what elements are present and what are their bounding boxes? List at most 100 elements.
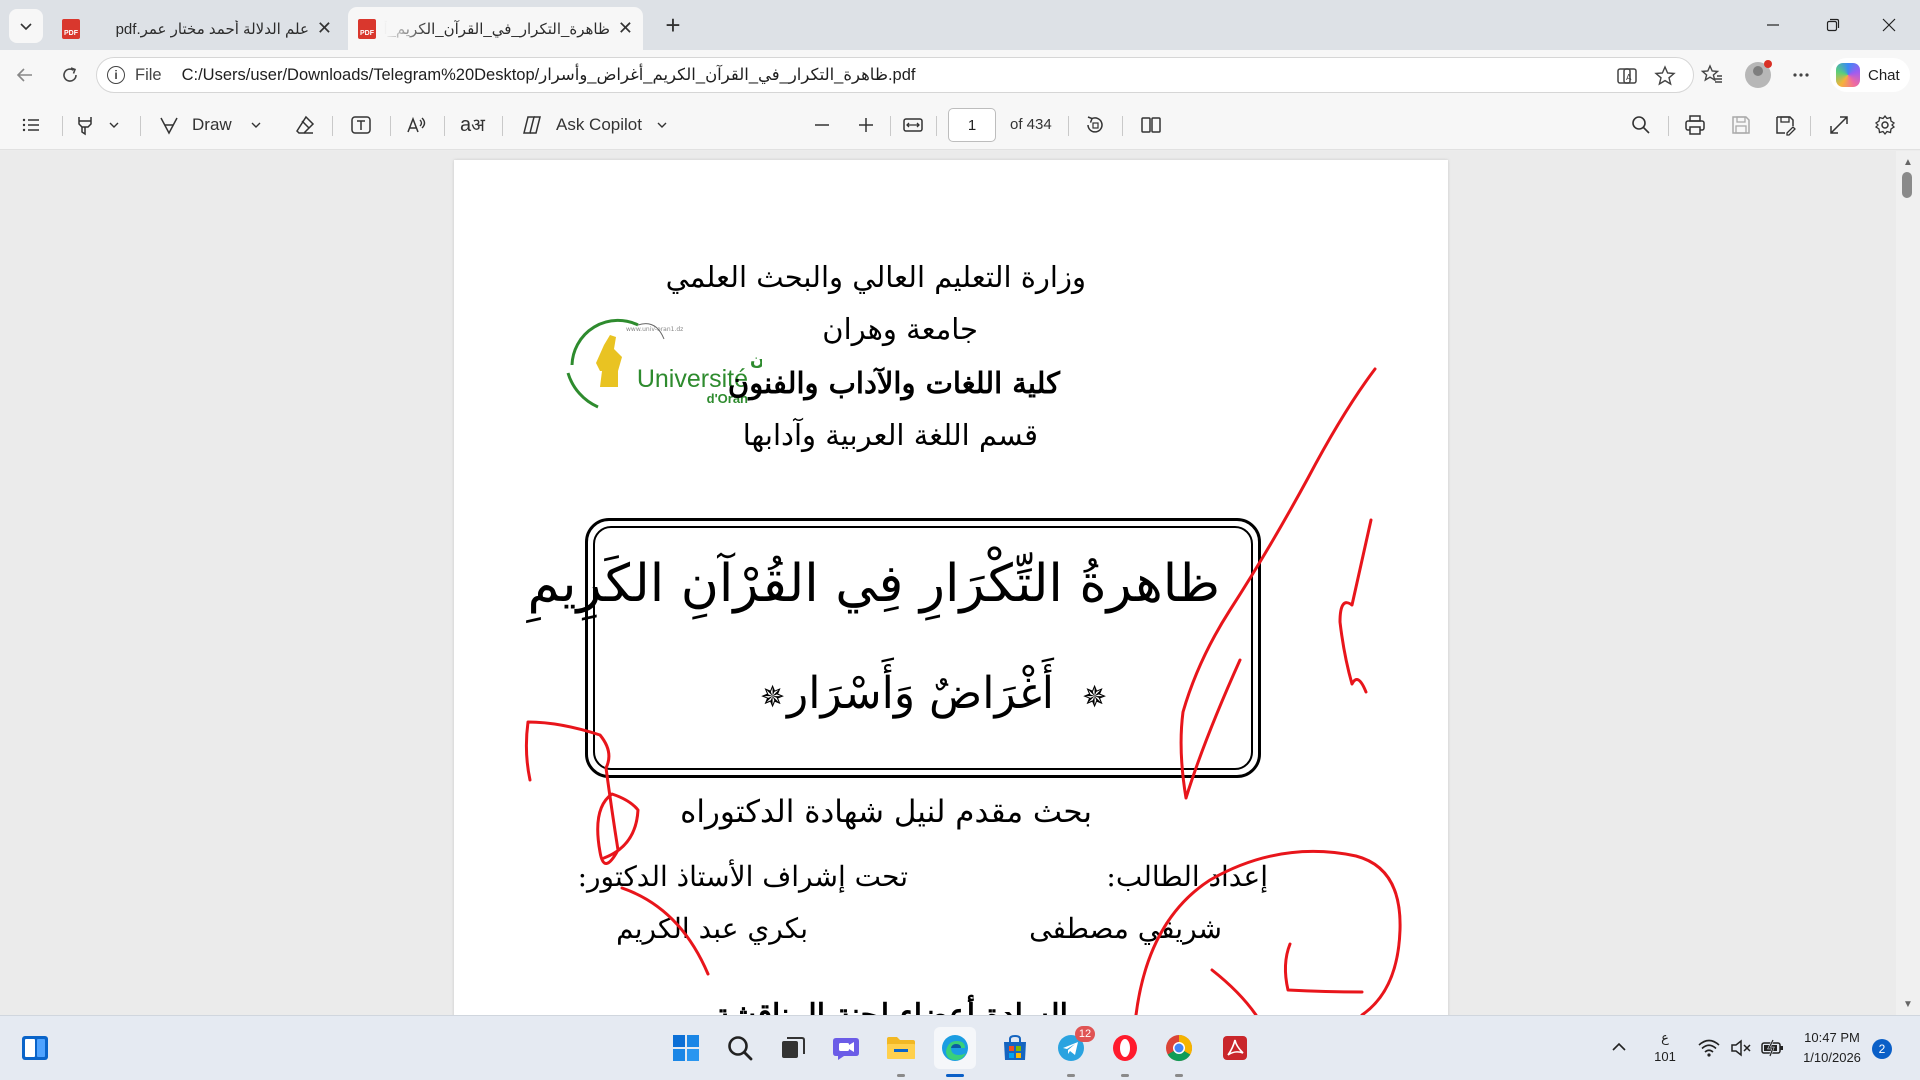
page-total: of 434 xyxy=(1010,116,1052,133)
task-view-button[interactable] xyxy=(772,1027,814,1069)
ink-stroke-corner xyxy=(1283,942,1364,994)
page-view-button[interactable] xyxy=(1140,113,1162,137)
save-as-button[interactable] xyxy=(1774,113,1796,137)
add-text-button[interactable] xyxy=(350,113,372,137)
close-icon[interactable]: ✕ xyxy=(618,18,633,39)
favorite-star-icon[interactable] xyxy=(1653,64,1677,88)
read-aloud-button[interactable] xyxy=(406,113,428,137)
new-tab-button[interactable]: + xyxy=(658,10,688,40)
erase-button[interactable] xyxy=(294,113,316,137)
input-language-top[interactable]: ع xyxy=(1655,1030,1675,1046)
pdf-settings-button[interactable] xyxy=(1874,113,1896,137)
meet-icon xyxy=(833,1038,859,1060)
rotate-button[interactable] xyxy=(1084,113,1106,137)
acrobat-button[interactable] xyxy=(1214,1027,1256,1069)
print-button[interactable] xyxy=(1684,113,1706,137)
toolbar-divider xyxy=(1122,116,1123,136)
search-button[interactable] xyxy=(719,1027,761,1069)
battery-charging-icon[interactable] xyxy=(1760,1038,1786,1063)
pdf-viewer[interactable]: www.univ-oran1.dz جامعة وهران Université… xyxy=(0,151,1920,1015)
page-number-input[interactable]: 1 xyxy=(948,108,996,142)
widgets-icon xyxy=(22,1036,48,1060)
wifi-icon[interactable] xyxy=(1698,1038,1720,1063)
scroll-up-icon[interactable]: ▲ xyxy=(1898,154,1918,170)
chat-meet-button[interactable] xyxy=(826,1027,868,1069)
draw-pen-icon xyxy=(160,117,178,135)
close-icon xyxy=(1882,18,1896,32)
toolbar-divider xyxy=(140,116,141,136)
opera-button[interactable] xyxy=(1104,1027,1146,1069)
file-explorer-button[interactable] xyxy=(880,1027,922,1069)
scrollbar-thumb[interactable] xyxy=(1902,172,1912,198)
close-icon[interactable]: ✕ xyxy=(317,18,332,39)
edge-button[interactable] xyxy=(934,1027,976,1069)
widgets-button[interactable] xyxy=(14,1027,56,1069)
toolbar-divider xyxy=(1668,116,1669,136)
copilot-chat-button[interactable]: Chat xyxy=(1830,58,1910,92)
show-hidden-icons-button[interactable] xyxy=(1610,1038,1628,1061)
full-screen-button[interactable] xyxy=(1828,113,1850,137)
chrome-icon xyxy=(1166,1034,1193,1062)
rotate-icon xyxy=(1087,116,1103,133)
more-options-button[interactable] xyxy=(1786,60,1816,90)
app-running-indicator xyxy=(1175,1074,1183,1077)
clock-time[interactable]: 10:47 PM xyxy=(1796,1030,1868,1045)
task-view-icon xyxy=(782,1037,805,1058)
chevron-down-icon[interactable] xyxy=(656,119,668,131)
zoom-in-button[interactable] xyxy=(856,113,876,137)
ink-stroke-check xyxy=(1179,367,1377,800)
info-icon[interactable]: i xyxy=(107,66,125,84)
highlight-button[interactable] xyxy=(74,113,120,137)
translate-button[interactable]: aअ xyxy=(460,113,485,137)
volume-muted-icon[interactable] xyxy=(1730,1038,1752,1063)
pdf-file-icon: PDF xyxy=(62,18,80,39)
refresh-icon xyxy=(63,67,77,82)
translate-icon: aअ xyxy=(460,114,485,136)
url-text[interactable]: C:/Users/user/Downloads/Telegram%20Deskt… xyxy=(182,65,916,85)
toolbar-divider xyxy=(890,116,891,136)
read-aloud-icon[interactable]: A xyxy=(1615,64,1639,88)
restore-button[interactable] xyxy=(1810,8,1856,42)
scroll-down-icon[interactable]: ▼ xyxy=(1898,996,1918,1012)
find-button[interactable] xyxy=(1630,113,1652,137)
clock-date[interactable]: 1/10/2026 xyxy=(1796,1050,1868,1065)
chevron-up-icon xyxy=(1612,1042,1626,1051)
tab-repetition-quran-pdf[interactable]: PDF ظاهرة_التكرار_في_القرآن_الكريم_أغراض… xyxy=(348,7,643,50)
tab-actions-menu-button[interactable] xyxy=(9,9,43,43)
telegram-unread-badge: 12 xyxy=(1075,1026,1095,1042)
chevron-down-icon[interactable] xyxy=(250,119,262,131)
contents-button[interactable] xyxy=(20,113,42,137)
more-horizontal-icon xyxy=(1793,73,1809,77)
list-icon xyxy=(22,118,39,132)
back-button[interactable] xyxy=(10,60,40,90)
draw-button[interactable]: Draw xyxy=(158,113,262,137)
profile-alert-badge xyxy=(1764,60,1772,68)
chrome-button[interactable] xyxy=(1158,1027,1200,1069)
svg-text:A: A xyxy=(1626,73,1632,82)
favorites-button[interactable] xyxy=(1697,60,1727,90)
save-icon xyxy=(1732,116,1750,134)
minimize-button[interactable] xyxy=(1750,8,1796,42)
fit-to-width-button[interactable] xyxy=(902,113,924,137)
close-window-button[interactable] xyxy=(1866,8,1912,42)
ink-stroke-supervisor xyxy=(620,886,710,976)
refresh-button[interactable] xyxy=(55,60,85,90)
eraser-icon xyxy=(296,115,315,134)
app-running-indicator xyxy=(1121,1074,1129,1077)
notification-center-badge[interactable]: 2 xyxy=(1872,1039,1892,1059)
copilot-icon xyxy=(1836,63,1860,87)
ask-copilot-button[interactable]: Ask Copilot xyxy=(520,113,668,137)
input-language-bottom[interactable]: 101 xyxy=(1650,1049,1680,1064)
zoom-out-button[interactable] xyxy=(812,113,832,137)
chevron-down-icon xyxy=(20,23,32,31)
app-running-indicator xyxy=(1067,1074,1075,1077)
toolbar-divider xyxy=(444,116,445,136)
microsoft-store-button[interactable] xyxy=(994,1027,1036,1069)
save-button[interactable] xyxy=(1730,113,1752,137)
start-button[interactable] xyxy=(665,1027,707,1069)
address-bar[interactable]: i File C:/Users/user/Downloads/Telegram%… xyxy=(96,57,1694,93)
tab-arabic-semantics-pdf[interactable]: PDF علم الدلالة أحمد مختار عمر.pdf ✕ xyxy=(52,7,342,50)
vertical-scrollbar[interactable] xyxy=(1896,151,1920,1015)
copilot-icon xyxy=(523,116,541,134)
chevron-down-icon[interactable] xyxy=(108,119,120,131)
